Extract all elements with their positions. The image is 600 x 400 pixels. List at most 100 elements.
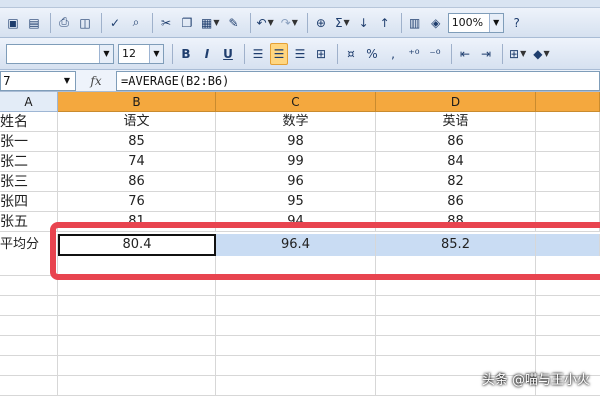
table-row: 张三 86 96 82 bbox=[0, 172, 600, 192]
cell-e2[interactable] bbox=[536, 132, 600, 152]
column-header-a[interactable]: A bbox=[0, 92, 58, 112]
hyperlink-icon[interactable]: ⊕ bbox=[312, 12, 330, 34]
cell-b1[interactable]: 语文 bbox=[58, 112, 216, 132]
fx-icon[interactable]: fx bbox=[76, 74, 116, 88]
table-row bbox=[0, 256, 600, 276]
decrease-indent-icon[interactable]: ⇤ bbox=[456, 43, 474, 65]
format-painter-icon[interactable]: ✎ bbox=[225, 12, 243, 34]
chart-wizard-icon[interactable]: ▥ bbox=[406, 12, 424, 34]
cell-e3[interactable] bbox=[536, 152, 600, 172]
cell-c6[interactable]: 94 bbox=[216, 212, 376, 232]
cell-e4[interactable] bbox=[536, 172, 600, 192]
undo-icon[interactable]: ↶ ▼ bbox=[255, 12, 276, 34]
formatting-toolbar: ▼ 12 ▼ B I U ☰ ☰ ☰ ⊞ ¤ % , ⁺⁰ ⁻⁰ ⇤ ⇥ ⊞ ▼ … bbox=[0, 38, 600, 70]
cell-d5[interactable]: 86 bbox=[376, 192, 536, 212]
chevron-down-icon[interactable]: ▼ bbox=[488, 13, 503, 32]
paste-icon[interactable]: ▦ ▼ bbox=[199, 12, 222, 34]
spreadsheet-grid: A B C D 姓名 语文 数学 英语 张一 85 98 86 张二 74 99… bbox=[0, 92, 600, 400]
cell-c5[interactable]: 95 bbox=[216, 192, 376, 212]
formula-bar: 7 ▼ fx =AVERAGE(B2:B6) bbox=[0, 70, 600, 92]
cell-c7[interactable]: 96.4 bbox=[216, 234, 376, 256]
cell-a7[interactable]: 平均分 bbox=[0, 234, 58, 256]
cell-e7[interactable] bbox=[536, 234, 600, 256]
comma-style-icon[interactable]: , bbox=[384, 43, 402, 65]
align-right-icon[interactable]: ☰ bbox=[291, 43, 309, 65]
table-row: 张一 85 98 86 bbox=[0, 132, 600, 152]
table-row bbox=[0, 296, 600, 316]
cell-a3[interactable]: 张二 bbox=[0, 152, 58, 172]
print-icon[interactable]: ⎙ bbox=[55, 12, 73, 34]
column-headers: A B C D bbox=[0, 92, 600, 112]
redo-icon[interactable]: ↷ ▼ bbox=[279, 12, 300, 34]
cell-c4[interactable]: 96 bbox=[216, 172, 376, 192]
chevron-down-icon[interactable]: ▼ bbox=[99, 44, 113, 63]
cell-e5[interactable] bbox=[536, 192, 600, 212]
autosum-icon[interactable]: Σ ▼ bbox=[333, 12, 352, 34]
column-header-e[interactable] bbox=[536, 92, 600, 112]
underline-button[interactable]: U bbox=[219, 43, 237, 65]
column-header-d[interactable]: D bbox=[376, 92, 536, 112]
font-size-select[interactable]: 12 ▼ bbox=[118, 43, 164, 64]
bold-button[interactable]: B bbox=[177, 43, 195, 65]
menu-bar bbox=[0, 0, 600, 8]
cell-b2[interactable]: 85 bbox=[58, 132, 216, 152]
cell-e6[interactable] bbox=[536, 212, 600, 232]
cell-c3[interactable]: 99 bbox=[216, 152, 376, 172]
increase-decimal-icon[interactable]: ⁺⁰ bbox=[405, 43, 423, 65]
cell-b3[interactable]: 74 bbox=[58, 152, 216, 172]
print-preview-icon[interactable]: ◫ bbox=[76, 12, 94, 34]
drawing-icon[interactable]: ◈ bbox=[427, 12, 445, 34]
cell-d4[interactable]: 82 bbox=[376, 172, 536, 192]
cell-a4[interactable]: 张三 bbox=[0, 172, 58, 192]
increase-indent-icon[interactable]: ⇥ bbox=[477, 43, 495, 65]
cut-icon[interactable]: ✂ bbox=[157, 12, 175, 34]
cell-c2[interactable]: 98 bbox=[216, 132, 376, 152]
copy-icon[interactable]: ❐ bbox=[178, 12, 196, 34]
merge-center-icon[interactable]: ⊞ bbox=[312, 43, 330, 65]
chevron-down-icon[interactable]: ▼ bbox=[149, 44, 163, 63]
help-icon[interactable]: ? bbox=[508, 12, 526, 34]
cell-b5[interactable]: 76 bbox=[58, 192, 216, 212]
zoom-select[interactable]: 100% ▼ bbox=[447, 12, 504, 33]
fill-color-icon[interactable]: ◆ ▼ bbox=[531, 43, 551, 65]
cell-b4[interactable]: 86 bbox=[58, 172, 216, 192]
borders-icon[interactable]: ⊞ ▼ bbox=[507, 43, 528, 65]
column-header-b[interactable]: B bbox=[58, 92, 216, 112]
cell-a5[interactable]: 张四 bbox=[0, 192, 58, 212]
name-box[interactable]: 7 ▼ bbox=[0, 70, 76, 91]
percent-button[interactable]: % bbox=[363, 43, 381, 65]
cell-a2[interactable]: 张一 bbox=[0, 132, 58, 152]
chevron-down-icon[interactable]: ▼ bbox=[59, 72, 75, 90]
save-icon[interactable]: ▣ bbox=[4, 12, 22, 34]
decrease-decimal-icon[interactable]: ⁻⁰ bbox=[426, 43, 444, 65]
column-header-c[interactable]: C bbox=[216, 92, 376, 112]
cell-b6[interactable]: 81 bbox=[58, 212, 216, 232]
research-icon[interactable]: ⌕ bbox=[127, 12, 145, 34]
currency-icon[interactable]: ¤ bbox=[342, 43, 360, 65]
table-row: 张二 74 99 84 bbox=[0, 152, 600, 172]
permission-icon[interactable]: ▤ bbox=[25, 12, 43, 34]
formula-input[interactable]: =AVERAGE(B2:B6) bbox=[116, 70, 600, 91]
spelling-icon[interactable]: ✓ bbox=[106, 12, 124, 34]
italic-button[interactable]: I bbox=[198, 43, 216, 65]
cell-d1[interactable]: 英语 bbox=[376, 112, 536, 132]
table-row bbox=[0, 336, 600, 356]
cell-d2[interactable]: 86 bbox=[376, 132, 536, 152]
cell-a6[interactable]: 张五 bbox=[0, 212, 58, 232]
font-name-select[interactable]: ▼ bbox=[6, 43, 114, 64]
cell-e1[interactable] bbox=[536, 112, 600, 132]
align-left-icon[interactable]: ☰ bbox=[249, 43, 267, 65]
cell-c1[interactable]: 数学 bbox=[216, 112, 376, 132]
sort-descending-icon[interactable]: ↑ bbox=[376, 12, 394, 34]
watermark: 头条 @喵与王小火 bbox=[481, 373, 590, 388]
table-row: 张四 76 95 86 bbox=[0, 192, 600, 212]
cell-d6[interactable]: 88 bbox=[376, 212, 536, 232]
cell-a1[interactable]: 姓名 bbox=[0, 112, 58, 132]
align-center-icon[interactable]: ☰ bbox=[270, 42, 288, 65]
average-row: 平均分 80.4 96.4 85.2 bbox=[0, 234, 600, 256]
cell-b7-active[interactable]: 80.4 bbox=[58, 234, 216, 256]
table-row: 张五 81 94 88 bbox=[0, 212, 600, 232]
cell-d7[interactable]: 85.2 bbox=[376, 234, 536, 256]
sort-ascending-icon[interactable]: ↓ bbox=[355, 12, 373, 34]
cell-d3[interactable]: 84 bbox=[376, 152, 536, 172]
